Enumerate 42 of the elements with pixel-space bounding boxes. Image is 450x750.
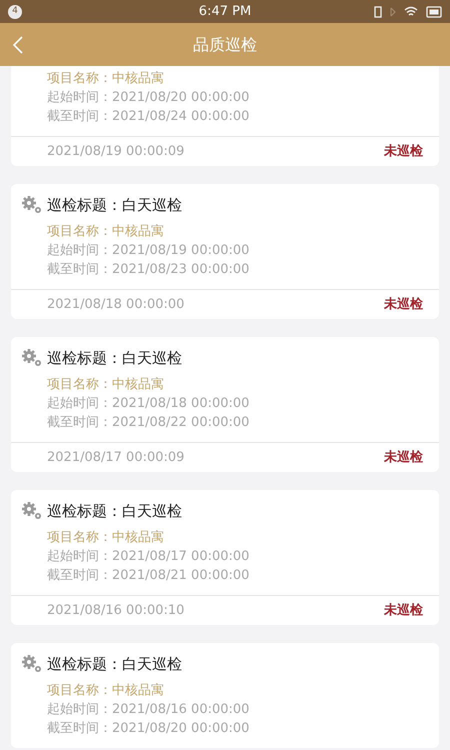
project-name: 项目名称：中核品寓 (47, 223, 165, 241)
page-title: 品质巡检 (193, 34, 257, 56)
inspection-card[interactable]: 巡检标题：白天巡检 项目名称：中核品寓 起始时间：2021/08/18 00:00:00 截至时间：2021/08/22 00:00:00 2021/08/17 00:00:09 未巡检 (11, 337, 439, 472)
project-name: 项目名称：中核品寓 (47, 70, 165, 88)
start-time: 起始时间：2021/08/18 00:00:00 (47, 395, 250, 413)
inspection-status: 未巡检 (384, 296, 423, 314)
created-time: 2021/08/16 00:00:10 (47, 602, 184, 620)
project-name: 项目名称：中核品寓 (47, 376, 165, 394)
clock-time: 6:47 PM (198, 2, 252, 21)
inspection-title: 巡检标题：白天巡检 (47, 195, 182, 216)
created-time: 2021/08/18 00:00:00 (47, 296, 184, 314)
start-time: 起始时间：2021/08/17 00:00:00 (47, 548, 250, 566)
project-name: 项目名称：中核品寓 (47, 529, 165, 547)
inspection-card[interactable]: 项目名称：中核品寓 起始时间：2021/08/20 00:00:00 截至时间：2021/08/24 00:00:00 2021/08/19 00:00:09 未巡检 (11, 66, 439, 166)
inspection-title: 巡检标题：白天巡检 (47, 654, 182, 675)
end-time: 截至时间：2021/08/23 00:00:00 (47, 261, 250, 279)
inspection-status: 未巡检 (384, 142, 423, 161)
start-time: 起始时间：2021/08/16 00:00:00 (47, 701, 250, 719)
inspection-title: 巡检标题：白天巡检 (47, 501, 182, 522)
inspection-title: 巡检标题：白天巡检 (47, 348, 182, 369)
inspection-card[interactable]: 巡检标题：白天巡检 项目名称：中核品寓 起始时间：2021/08/16 00:00:00 截至时间：2021/08/20 00:00:00 (11, 643, 439, 748)
wifi-icon (404, 6, 418, 17)
project-name: 项目名称：中核品寓 (47, 682, 165, 700)
gears-icon (21, 654, 43, 674)
gears-icon (21, 195, 43, 215)
notification-badge: 4 (8, 4, 22, 18)
created-time: 2021/08/17 00:00:09 (47, 448, 184, 467)
end-time: 截至时间：2021/08/20 00:00:00 (47, 720, 250, 738)
gears-icon (21, 348, 43, 368)
inspection-status: 未巡检 (384, 602, 423, 620)
back-icon (12, 34, 24, 54)
start-time: 起始时间：2021/08/20 00:00:00 (47, 89, 250, 107)
inspection-card[interactable]: 巡检标题：白天巡检 项目名称：中核品寓 起始时间：2021/08/17 00:00:00 截至时间：2021/08/21 00:00:00 2021/08/16 00:00:10 未巡检 (11, 490, 439, 625)
end-time: 截至时间：2021/08/21 00:00:00 (47, 567, 250, 585)
inspection-status: 未巡检 (384, 448, 423, 467)
start-time: 起始时间：2021/08/19 00:00:00 (47, 242, 250, 260)
inspection-card[interactable]: 巡检标题：白天巡检 项目名称：中核品寓 起始时间：2021/08/19 00:00:00 截至时间：2021/08/23 00:00:00 2021/08/18 00:00:00 未巡检 (11, 184, 439, 319)
created-time: 2021/08/19 00:00:09 (47, 142, 184, 161)
end-time: 截至时间：2021/08/24 00:00:00 (47, 108, 250, 126)
end-time: 截至时间：2021/08/22 00:00:00 (47, 414, 250, 432)
gears-icon (21, 501, 43, 521)
battery-icon (426, 6, 442, 18)
